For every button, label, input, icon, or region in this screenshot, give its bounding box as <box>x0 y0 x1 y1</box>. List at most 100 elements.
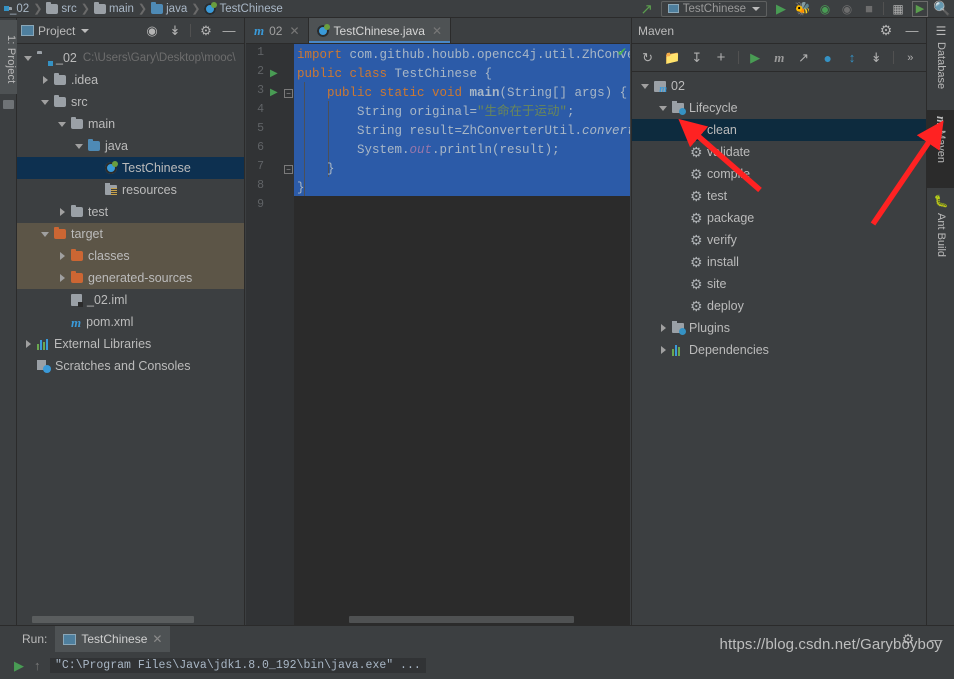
locate-icon[interactable]: ◉ <box>144 23 160 39</box>
gutter-run-icon[interactable]: ▶ <box>270 87 278 98</box>
breadcrumb-label: _02 <box>10 2 30 15</box>
tree-node-label: TestChinese <box>122 161 191 175</box>
tree-node-label: .idea <box>71 73 99 87</box>
add-managed-project-icon[interactable]: 📁 <box>664 50 680 66</box>
project-icon <box>21 25 34 36</box>
code-line: String result=ZhConverterUtil.convertToT… <box>294 122 630 141</box>
breadcrumb-item-module[interactable]: _02 <box>4 3 32 15</box>
project-horizontal-scrollbar[interactable] <box>17 613 244 625</box>
run-with-coverage-button[interactable]: ◉ <box>817 1 833 17</box>
project-tree-node-pom-xml[interactable]: m pom.xml <box>17 311 244 333</box>
close-icon[interactable]: ✕ <box>152 632 162 646</box>
maven-tree-node-deploy[interactable]: deploy <box>632 295 926 317</box>
sidebar-tab-database[interactable]: ☰ Database <box>927 18 954 110</box>
maven-icon: m <box>934 116 949 127</box>
project-tree-node-main[interactable]: main <box>17 113 244 135</box>
more-icon[interactable]: » <box>903 50 918 66</box>
tree-node-label: compile <box>707 167 751 181</box>
project-tree-node-scratches-and-consoles[interactable]: Scratches and Consoles <box>17 355 244 377</box>
maven-tree-node-test[interactable]: test <box>632 185 926 207</box>
structure-icon[interactable] <box>3 100 14 109</box>
scroll-up-icon[interactable]: ↑ <box>34 658 41 673</box>
divider <box>737 51 739 64</box>
maven-toolbar: ↻ 📁 ↧ + ▶ m ↗ ● ↕ ↡ » <box>632 44 926 72</box>
folder-icon <box>54 73 66 85</box>
download-sources-icon[interactable]: ↧ <box>689 50 704 66</box>
maven-tree-node-02[interactable]: 02 <box>632 75 926 97</box>
maven-tree-node-verify[interactable]: verify <box>632 229 926 251</box>
maven-tree-node-install[interactable]: install <box>632 251 926 273</box>
reload-icon[interactable]: ↻ <box>640 50 655 66</box>
sidebar-tab-maven[interactable]: m Maven <box>927 110 954 188</box>
run-config-icon <box>63 633 77 645</box>
maven-tree-node-plugins[interactable]: Plugins <box>632 317 926 339</box>
sidebar-tab-project[interactable]: 1: Project <box>0 20 17 94</box>
project-tree-node-02[interactable]: _02 C:\Users\Gary\Desktop\mooc\ <box>17 47 244 69</box>
update-project-icon[interactable]: ↗ <box>639 1 655 18</box>
stop-button[interactable]: ■ <box>861 1 877 17</box>
project-tree-node-test[interactable]: test <box>17 201 244 223</box>
execute-icon[interactable]: ● <box>820 50 835 66</box>
settings-icon[interactable]: ⚙ <box>198 23 214 39</box>
maven-panel-actions: ⚙ — <box>878 22 920 39</box>
debug-button[interactable]: 🐝 <box>795 1 811 17</box>
maven-tree-node-dependencies[interactable]: Dependencies <box>632 339 926 361</box>
run-icon[interactable]: ▶ <box>748 50 763 66</box>
project-tree-node-external-libraries[interactable]: External Libraries <box>17 333 244 355</box>
select-run-target-button[interactable]: ▶ <box>912 0 928 17</box>
editor-tab-testchinese[interactable]: TestChinese.java ✕ <box>308 18 451 43</box>
maven-tree-node-compile[interactable]: compile <box>632 163 926 185</box>
project-tree-node-generated-sources[interactable]: generated-sources <box>17 267 244 289</box>
add-icon[interactable]: + <box>713 49 728 66</box>
maven-tree-node-lifecycle[interactable]: Lifecycle <box>632 97 926 119</box>
collapse-all-icon[interactable]: ↡ <box>167 23 183 39</box>
editor-tab-pom[interactable]: m 02 ✕ <box>246 18 309 43</box>
close-icon[interactable]: ✕ <box>289 24 299 38</box>
editor-horizontal-scrollbar[interactable] <box>294 613 630 625</box>
project-tree-node-target[interactable]: target <box>17 223 244 245</box>
project-structure-button[interactable]: ▦ <box>890 1 906 17</box>
collapse-all-icon[interactable]: ↡ <box>869 50 884 66</box>
editor-gutter[interactable]: 1 2 3 4 5 6 7 8 9 ▶ ▶ − − <box>246 44 294 625</box>
settings-icon[interactable]: ⚙ <box>878 22 894 39</box>
code-fold-toggle[interactable]: − <box>284 89 293 98</box>
maven-tree-node-site[interactable]: site <box>632 273 926 295</box>
toggle-skip-tests-icon[interactable]: ↗ <box>796 50 811 66</box>
project-tree-node-java[interactable]: java <box>17 135 244 157</box>
maven-tree-node-package[interactable]: package <box>632 207 926 229</box>
breadcrumb-item-src[interactable]: src <box>43 1 79 15</box>
project-panel-title-group[interactable]: Project <box>21 24 90 38</box>
project-tree-node-classes[interactable]: classes <box>17 245 244 267</box>
divider <box>892 51 894 64</box>
project-tree-node-02-iml[interactable]: _02.iml <box>17 289 244 311</box>
minimize-icon[interactable]: — <box>904 23 920 39</box>
run-button[interactable]: ▶ <box>773 1 789 17</box>
breadcrumb-item-class[interactable]: TestChinese <box>201 1 285 15</box>
project-tree-node-src[interactable]: src <box>17 91 244 113</box>
run-tab-testchinese[interactable]: TestChinese ✕ <box>55 626 171 652</box>
maven-goal-icon[interactable]: m <box>772 50 787 66</box>
run-configuration-selector[interactable]: TestChinese <box>660 0 767 17</box>
maven-tree-node-validate[interactable]: validate <box>632 141 926 163</box>
line-number: 5 <box>257 122 264 135</box>
close-icon[interactable]: ✕ <box>432 24 442 38</box>
gutter-run-icon[interactable]: ▶ <box>270 68 278 79</box>
breadcrumb-item-main[interactable]: main <box>91 1 137 15</box>
code-view[interactable]: import com.github.houbb.opencc4j.util.Zh… <box>294 44 630 625</box>
project-tree-node-resources[interactable]: resources <box>17 179 244 201</box>
project-tree[interactable]: _02 C:\Users\Gary\Desktop\mooc\ .idea src ma… <box>17 45 244 613</box>
maven-tree[interactable]: 02 Lifecycle clean validate compile test packa… <box>632 75 926 625</box>
minimize-icon[interactable]: — <box>221 23 237 39</box>
project-tree-node-idea[interactable]: .idea <box>17 69 244 91</box>
breadcrumb-item-java[interactable]: java <box>148 1 190 15</box>
project-tree-node-testchinese[interactable]: TestChinese <box>17 157 244 179</box>
expand-all-icon[interactable]: ↕ <box>844 50 859 66</box>
code-fold-toggle[interactable]: − <box>284 165 293 174</box>
run-config-icon <box>667 4 679 13</box>
profile-button[interactable]: ◉ <box>839 1 855 17</box>
sidebar-tab-ant-build[interactable]: 🐛 Ant Build <box>927 188 954 274</box>
search-button[interactable]: 🔍 <box>933 0 950 17</box>
rerun-icon[interactable]: ▶ <box>14 658 24 674</box>
code-token: ; <box>552 143 560 157</box>
maven-tree-node-clean[interactable]: clean <box>632 119 926 141</box>
